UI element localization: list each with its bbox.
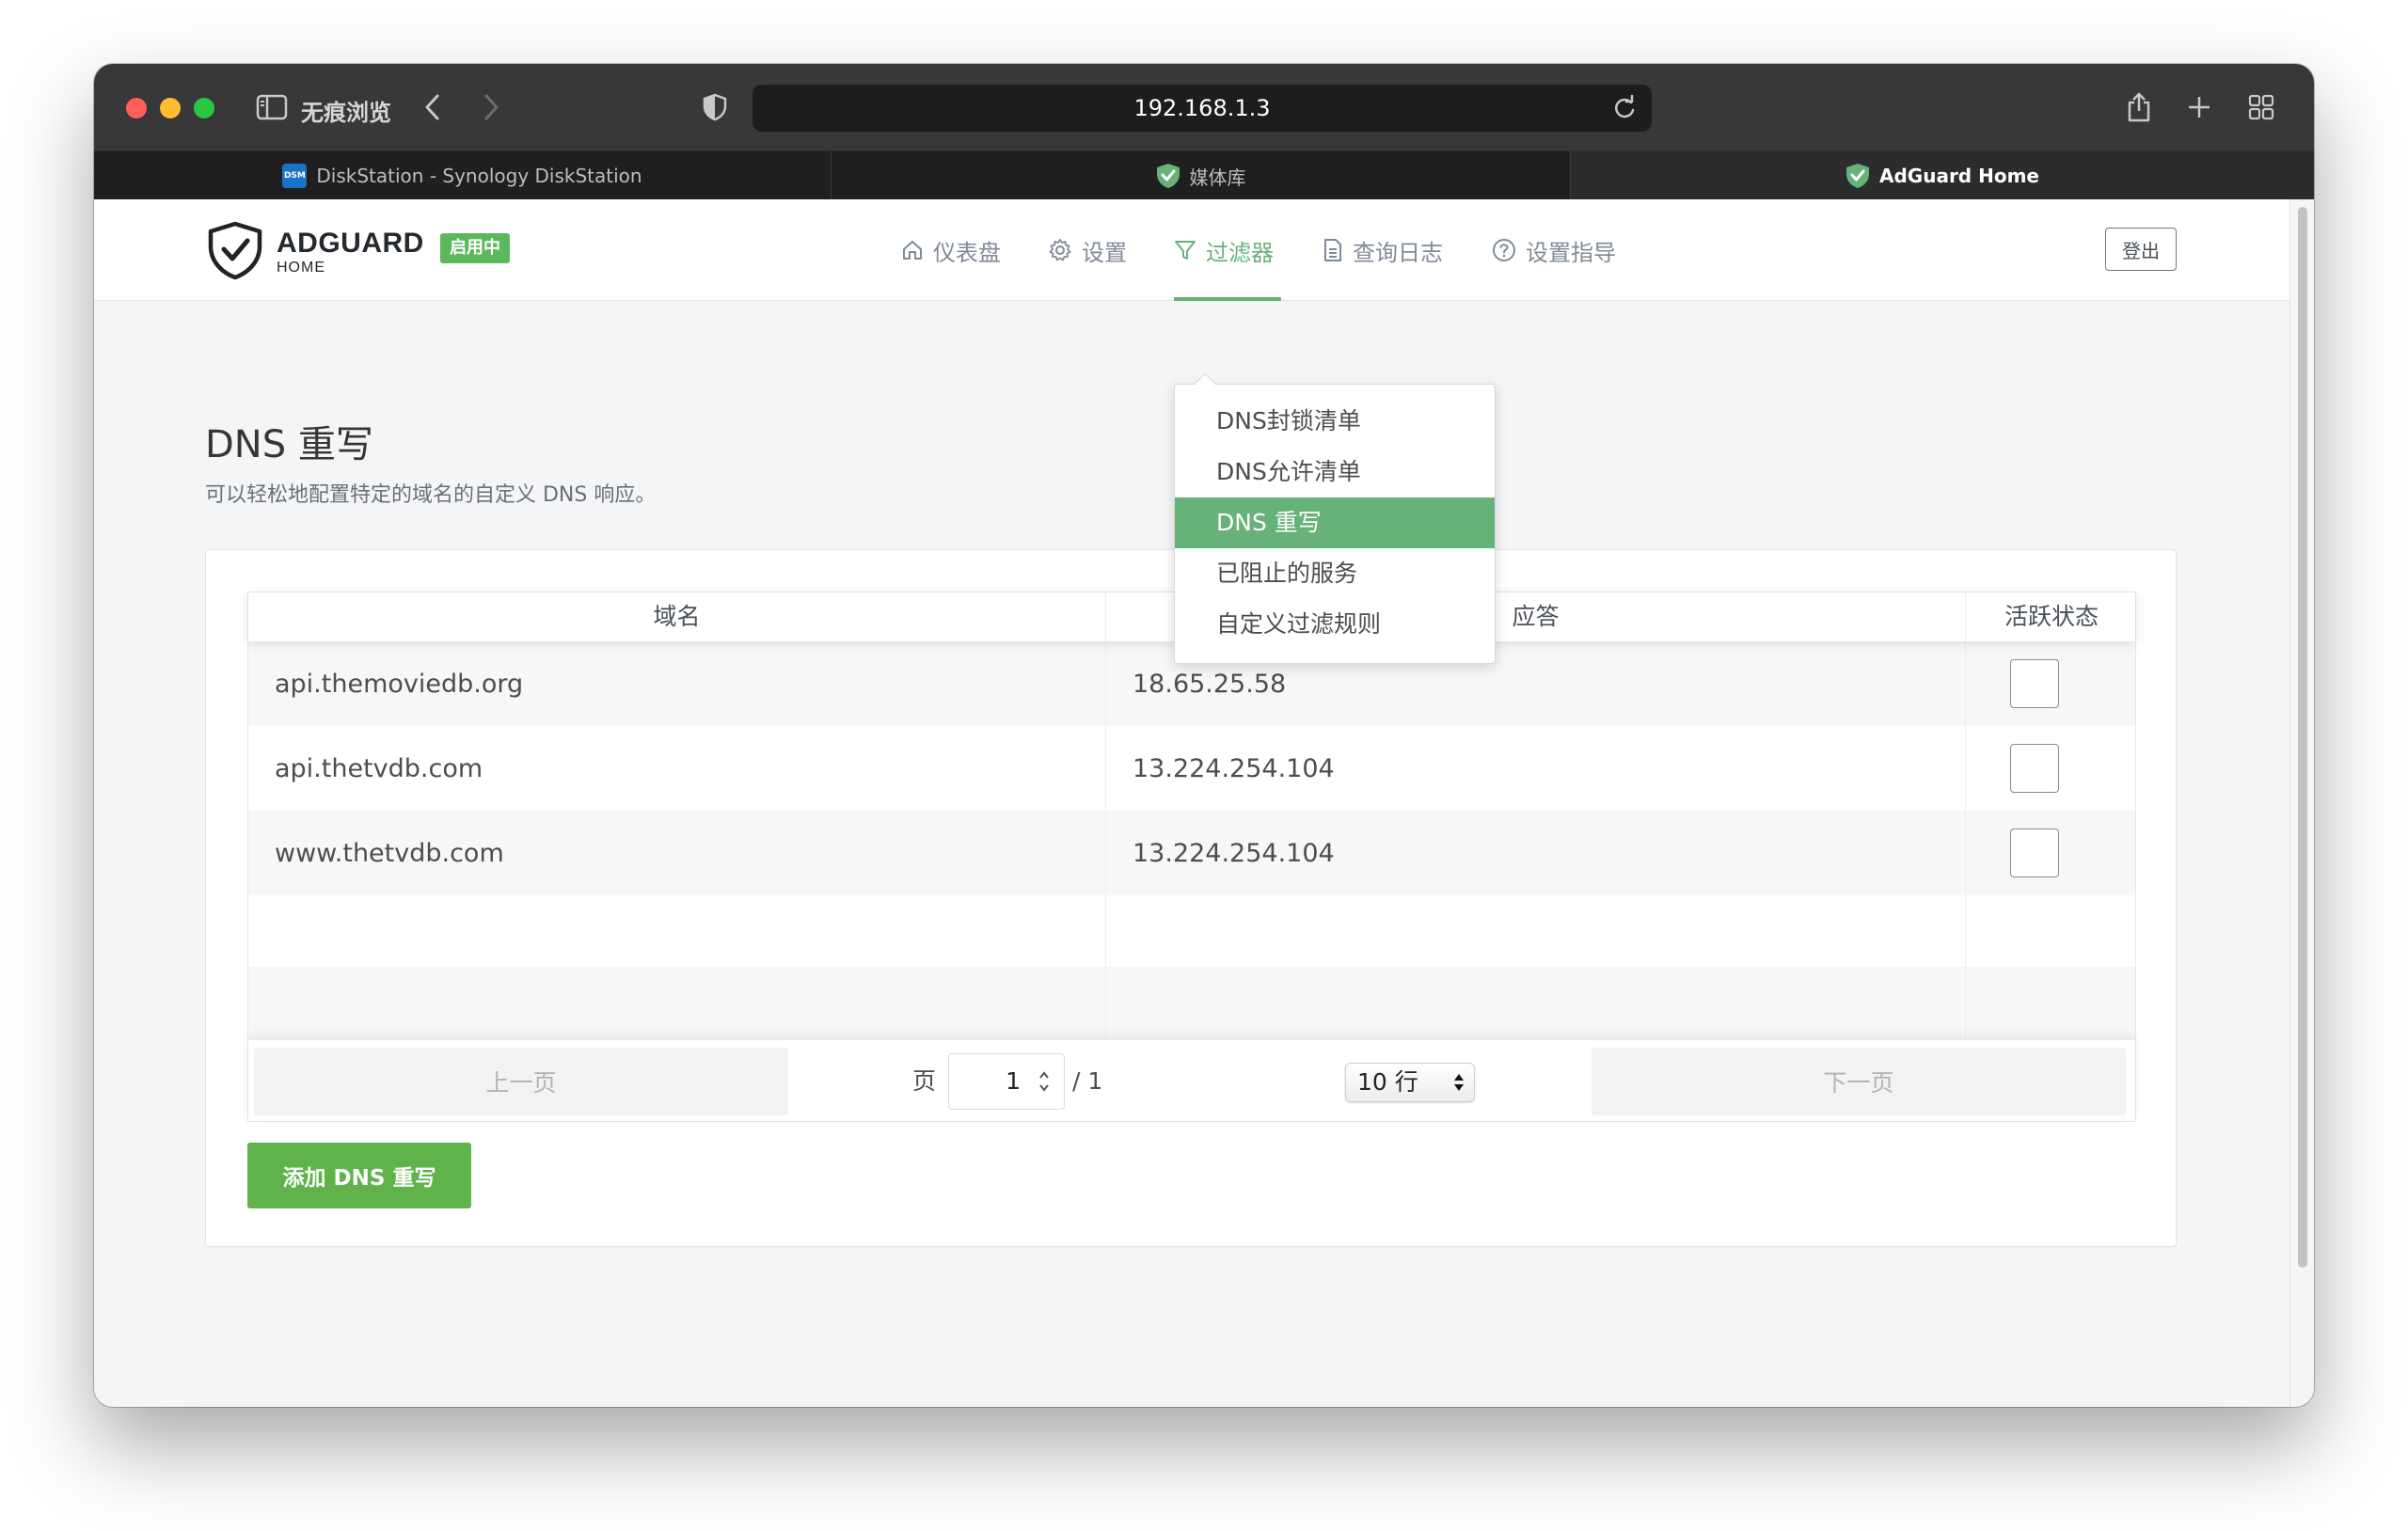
address-text: 192.168.1.3 — [1133, 95, 1271, 121]
menu-item-dns-allowlists[interactable]: DNS允许清单 — [1175, 447, 1495, 497]
address-bar[interactable]: 192.168.1.3 — [752, 85, 1652, 132]
help-circle-icon — [1493, 239, 1515, 261]
cell-domain: www.thetvdb.com — [248, 811, 1106, 895]
back-chevron-icon[interactable] — [414, 87, 452, 128]
enabled-checkbox[interactable] — [2010, 829, 2059, 877]
brand-name: ADGUARD — [277, 228, 424, 259]
page-title: DNS 重写 — [205, 423, 373, 466]
status-badge: 启用中 — [440, 233, 510, 263]
adguard-shield-icon — [1156, 164, 1180, 188]
stepper-arrows-icon[interactable] — [1038, 1067, 1051, 1096]
nav-settings-label: 设置 — [1082, 239, 1127, 266]
dsm-icon: DSM — [282, 164, 308, 188]
previous-page-button[interactable]: 上一页 — [254, 1048, 788, 1115]
active-nav-indicator — [1174, 297, 1281, 301]
brand-subtitle: HOME — [277, 260, 325, 276]
next-page-button[interactable]: 下一页 — [1592, 1048, 2126, 1115]
cell-domain: api.thetvdb.com — [248, 726, 1106, 811]
empty-cell — [248, 895, 1106, 967]
table-row: www.thetvdb.com 13.224.254.104 — [248, 811, 2135, 895]
page-subtitle: 可以轻松地配置特定的域名的自定义 DNS 响应。 — [205, 483, 657, 507]
nav-query-log[interactable]: 查询日志 — [1323, 199, 1443, 301]
empty-cell — [1106, 967, 1966, 1038]
pagination-bar: 上一页 页 1 / 1 10 行 下一页 — [248, 1038, 2135, 1121]
browser-toolbar: 无痕浏览 192.168.1.3 — [94, 64, 2314, 150]
page-scrollbar[interactable] — [2289, 199, 2314, 1407]
forward-chevron-icon[interactable] — [472, 87, 510, 128]
nav-dashboard[interactable]: 仪表盘 — [901, 199, 1001, 301]
cell-enabled — [1966, 641, 2137, 726]
tab-overview-icon[interactable] — [2242, 87, 2280, 128]
cell-enabled — [1966, 811, 2137, 895]
share-icon[interactable] — [2120, 87, 2158, 128]
app-header: ADGUARD HOME 启用中 仪表盘 设置 过滤器 查询日志 设置指导 登出 — [94, 199, 2289, 301]
tab-label: AdGuard Home — [1879, 165, 2039, 187]
page-label: 页 — [912, 1067, 937, 1095]
tab-bar: DSM DiskStation - Synology DiskStation 媒… — [94, 150, 2314, 200]
enabled-checkbox[interactable] — [2010, 744, 2059, 793]
page-number-value: 1 — [1006, 1067, 1021, 1095]
document-icon — [1324, 239, 1341, 261]
nav-dashboard-label: 仪表盘 — [933, 239, 1001, 266]
empty-cell — [1106, 895, 1966, 967]
tab-diskstation[interactable]: DSM DiskStation - Synology DiskStation — [94, 151, 832, 200]
menu-item-custom-filtering-rules[interactable]: 自定义过滤规则 — [1175, 599, 1495, 650]
zoom-window-button[interactable] — [194, 98, 214, 118]
cell-domain: api.themoviedb.org — [248, 641, 1106, 726]
sidebar-toggle-icon[interactable] — [254, 87, 290, 128]
table-row: api.thetvdb.com 13.224.254.104 — [248, 726, 2135, 811]
empty-table-row — [248, 967, 2135, 1038]
adguard-shield-icon — [1846, 164, 1870, 188]
tab-label: DiskStation - Synology DiskStation — [316, 165, 642, 187]
nav-setup-guide-label: 设置指导 — [1526, 239, 1616, 266]
privacy-shield-icon[interactable] — [696, 87, 734, 128]
nav-query-log-label: 查询日志 — [1353, 239, 1443, 266]
enabled-checkbox[interactable] — [2010, 659, 2059, 708]
nav-settings[interactable]: 设置 — [1048, 199, 1127, 301]
close-window-button[interactable] — [126, 98, 147, 118]
menu-item-dns-rewrites[interactable]: DNS 重写 — [1175, 497, 1495, 548]
minimize-window-button[interactable] — [160, 98, 181, 118]
add-dns-rewrite-button[interactable]: 添加 DNS 重写 — [247, 1143, 471, 1208]
column-header-enabled[interactable]: 活跃状态 — [1966, 592, 2137, 641]
page-number-input[interactable]: 1 — [948, 1053, 1065, 1110]
filters-dropdown-menu: DNS封锁清单 DNS允许清单 DNS 重写 已阻止的服务 自定义过滤规则 — [1174, 372, 1496, 664]
rewrites-table: 域名 应答 活跃状态 api.themoviedb.org 18.65.25.5… — [247, 592, 2136, 1122]
empty-cell — [248, 967, 1106, 1038]
cell-enabled — [1966, 726, 2137, 811]
reload-icon[interactable] — [1610, 94, 1639, 122]
tab-adguard-home[interactable]: AdGuard Home — [1571, 151, 2314, 200]
menu-item-dns-blocklists[interactable]: DNS封锁清单 — [1175, 396, 1495, 447]
nav-filters-label: 过滤器 — [1206, 239, 1274, 266]
gear-icon — [1049, 239, 1071, 261]
tab-media-library[interactable]: 媒体库 — [832, 151, 1571, 200]
logout-button[interactable]: 登出 — [2105, 228, 2177, 271]
scrollbar-thumb[interactable] — [2298, 207, 2307, 1268]
private-browsing-label: 无痕浏览 — [301, 100, 391, 126]
tab-label: 媒体库 — [1189, 166, 1246, 189]
filter-icon — [1175, 241, 1196, 260]
page-total: / 1 — [1072, 1067, 1103, 1095]
adguard-logo-icon[interactable] — [205, 220, 265, 280]
menu-item-blocked-services[interactable]: 已阻止的服务 — [1175, 548, 1495, 599]
home-icon — [903, 241, 922, 260]
empty-table-row — [248, 895, 2135, 967]
nav-setup-guide[interactable]: 设置指导 — [1492, 199, 1616, 301]
nav-filters[interactable]: 过滤器 — [1174, 199, 1274, 301]
web-page: ADGUARD HOME 启用中 仪表盘 设置 过滤器 查询日志 设置指导 登出… — [94, 199, 2289, 1407]
dropdown-caret — [1194, 372, 1216, 395]
rows-per-page-value: 10 行 — [1357, 1068, 1418, 1096]
cell-answer: 13.224.254.104 — [1106, 726, 1966, 811]
cell-answer: 13.224.254.104 — [1106, 811, 1966, 895]
rows-per-page-select[interactable]: 10 行 — [1345, 1063, 1475, 1102]
select-arrows-icon — [1454, 1074, 1464, 1091]
new-tab-plus-icon[interactable] — [2180, 87, 2218, 128]
browser-window: 无痕浏览 192.168.1.3 DSM DiskStation - Synol… — [94, 64, 2314, 1407]
column-header-domain[interactable]: 域名 — [248, 592, 1106, 641]
